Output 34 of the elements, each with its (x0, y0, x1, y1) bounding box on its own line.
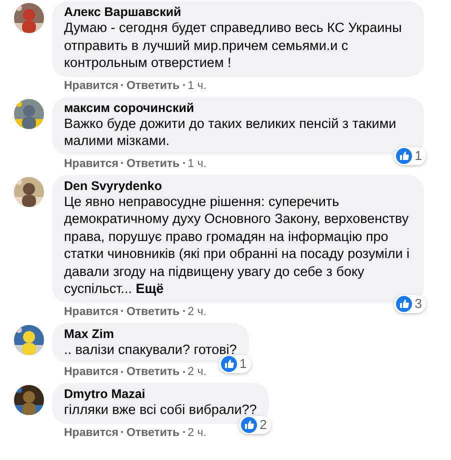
thumbs-up-icon (396, 296, 412, 312)
comment-text: Важко буде дожити до таких великих пенсій з такими малими мізками. (64, 115, 398, 150)
like-link[interactable]: Нравится (64, 158, 118, 170)
reply-link[interactable]: Ответить (126, 366, 180, 378)
timestamp: 1 ч. (188, 80, 206, 92)
reaction-count[interactable]: 1 (394, 146, 426, 164)
author-link[interactable]: Dmytro Mazai (64, 387, 257, 401)
reply-link[interactable]: Ответить (126, 80, 180, 92)
reaction-count[interactable]: 2 (238, 416, 271, 434)
author-link[interactable]: максим сорочинский (64, 100, 412, 114)
author-link[interactable]: Алекс Варшавский (64, 5, 412, 19)
see-more-link[interactable]: Ещё (136, 281, 164, 296)
thumbs-up-icon (396, 148, 412, 164)
reply-link[interactable]: Ответить (126, 158, 180, 170)
author-link[interactable]: Max Zim (64, 326, 237, 340)
comment-text: Думаю - сегодня будет справедливо весь КС Украины отправить в лучший мир.причем семьями.и с контрольным отверстием ! (64, 19, 403, 72)
author-link[interactable]: Den Svyrydenko (64, 178, 412, 192)
timestamp: 2 ч. (188, 426, 206, 438)
comment-text: гілляки вже всі собі вибрали?? (64, 401, 257, 418)
comment-text: Це явно неправосудне рішення: суперечить демократичному духу Основного Закону, верховенству права, порушує право громадян на інформацію про статки чиновників (які при обранні на посаду розуміли і давали згоду на підвищену увагу до себе з боку суспільст... Ещё (64, 193, 411, 298)
thumbs-up-icon (220, 356, 237, 372)
timestamp: 1 ч. (188, 158, 206, 170)
timestamp: 2 ч. (188, 366, 206, 378)
like-link[interactable]: Нравится (64, 366, 118, 378)
like-link[interactable]: Нравится (64, 426, 118, 438)
comment-text: .. валізи спакували? готові? (64, 340, 237, 358)
like-link[interactable]: Нравится (64, 306, 118, 318)
reply-link[interactable]: Ответить (126, 426, 180, 438)
thumbs-up-icon (240, 416, 257, 432)
reaction-count[interactable]: 1 (218, 355, 251, 373)
timestamp: 2 ч. (188, 306, 206, 318)
reaction-count[interactable]: 3 (394, 294, 426, 312)
reply-link[interactable]: Ответить (126, 306, 180, 318)
like-link[interactable]: Нравится (64, 80, 118, 92)
